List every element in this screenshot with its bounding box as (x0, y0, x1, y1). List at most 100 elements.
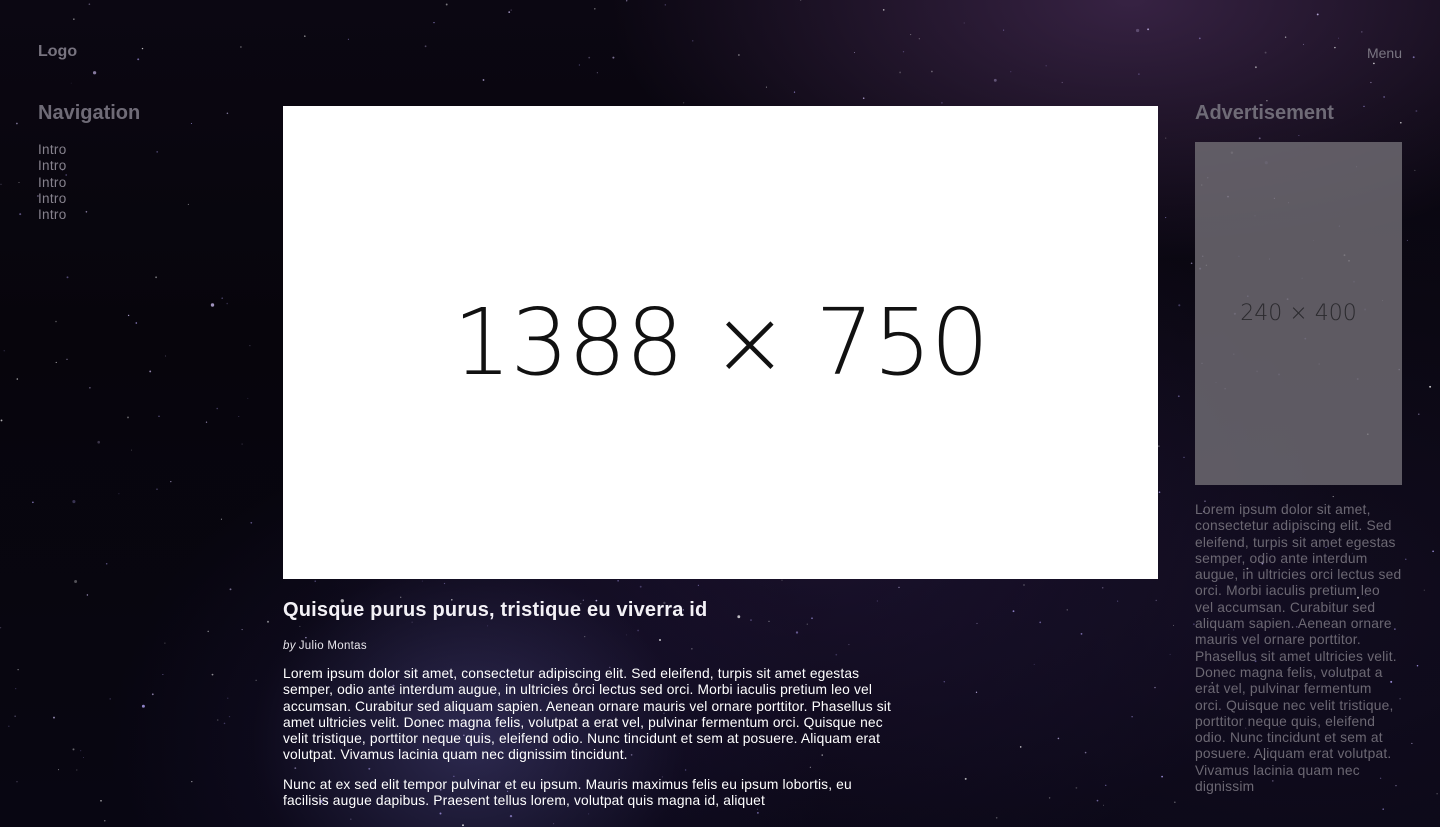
navigation-sidebar: Navigation Intro Intro Intro Intro Intro (38, 102, 238, 223)
star (1103, 804, 1104, 806)
star (943, 681, 945, 683)
star (16, 378, 19, 380)
star (249, 345, 251, 347)
star (862, 97, 865, 99)
star (118, 493, 120, 495)
star (594, 8, 596, 10)
star (1414, 169, 1416, 171)
star (347, 38, 349, 40)
star (1138, 73, 1140, 75)
star (255, 679, 257, 681)
star (898, 586, 900, 589)
star (250, 521, 253, 524)
star (151, 693, 154, 696)
star (1135, 28, 1140, 33)
nav-item-intro[interactable]: Intro (38, 175, 238, 191)
menu-button[interactable]: Menu (1367, 45, 1402, 61)
site-logo[interactable]: Logo (38, 43, 77, 61)
star (1023, 584, 1025, 586)
star (19, 213, 22, 216)
star (800, 0, 802, 1)
star (781, 579, 783, 581)
star (612, 56, 615, 59)
star (241, 629, 243, 631)
star (1161, 775, 1163, 778)
hero-image-placeholder: 1388 × 750 (283, 106, 1158, 579)
star (1080, 633, 1083, 635)
star (53, 716, 55, 719)
star (127, 416, 129, 419)
article-byline: by Julio Montas (283, 640, 895, 652)
star (1131, 716, 1133, 718)
star (162, 674, 164, 676)
star (83, 757, 84, 758)
star (164, 642, 166, 644)
nav-item-intro[interactable]: Intro (38, 142, 238, 158)
star (1373, 62, 1375, 65)
star (247, 397, 249, 399)
star (931, 70, 933, 73)
star (141, 704, 145, 708)
star (66, 358, 68, 360)
star (86, 594, 89, 596)
star (211, 673, 214, 676)
star (508, 11, 511, 13)
star (1101, 586, 1104, 589)
article: Quisque purus purus, tristique eu viverr… (283, 599, 895, 822)
star (1147, 28, 1150, 31)
star (1057, 737, 1060, 740)
star (88, 3, 91, 6)
star (18, 182, 20, 183)
nav-item-intro[interactable]: Intro (38, 158, 238, 174)
star (100, 800, 102, 802)
star (105, 562, 108, 565)
star (1012, 610, 1015, 613)
star (1303, 43, 1305, 45)
star (1429, 385, 1432, 388)
star (578, 64, 581, 66)
star (1423, 589, 1425, 591)
star (191, 780, 193, 783)
nav-item-intro[interactable]: Intro (38, 207, 238, 223)
advertisement-dimensions: 240 × 400 (1240, 301, 1357, 326)
star (137, 58, 140, 61)
advertisement-placeholder[interactable]: 240 × 400 (1195, 142, 1402, 485)
star (1096, 799, 1099, 802)
star (1033, 663, 1035, 665)
star (976, 622, 978, 624)
star (226, 302, 229, 305)
star (424, 45, 427, 48)
star (1177, 395, 1180, 398)
star (241, 443, 243, 445)
article-title: Quisque purus purus, tristique eu viverr… (283, 599, 708, 621)
star (993, 78, 997, 82)
star (1066, 609, 1068, 611)
star (692, 40, 694, 42)
star (1370, 81, 1372, 84)
star (1418, 413, 1420, 415)
advertisement-sidebar: Advertisement 240 × 400 Lorem ipsum dolo… (1195, 102, 1402, 795)
star (1061, 81, 1063, 84)
star (104, 820, 106, 822)
star (158, 415, 160, 417)
star (400, 596, 402, 598)
star (1415, 110, 1418, 112)
star (1406, 239, 1408, 241)
star (228, 715, 231, 718)
star (596, 72, 598, 74)
star (1003, 29, 1005, 31)
star (0, 419, 3, 422)
star (207, 630, 209, 633)
star (1084, 751, 1087, 754)
advertisement-text: Lorem ipsum dolor sit amet, consectetur … (1195, 502, 1402, 795)
star (963, 22, 965, 24)
star (1172, 624, 1175, 626)
star (1010, 71, 1012, 73)
star (588, 56, 591, 59)
star (1334, 46, 1336, 49)
nav-item-intro[interactable]: Intro (38, 191, 238, 207)
star (433, 22, 435, 24)
star (72, 500, 76, 504)
star (1405, 558, 1407, 560)
star (156, 488, 158, 490)
